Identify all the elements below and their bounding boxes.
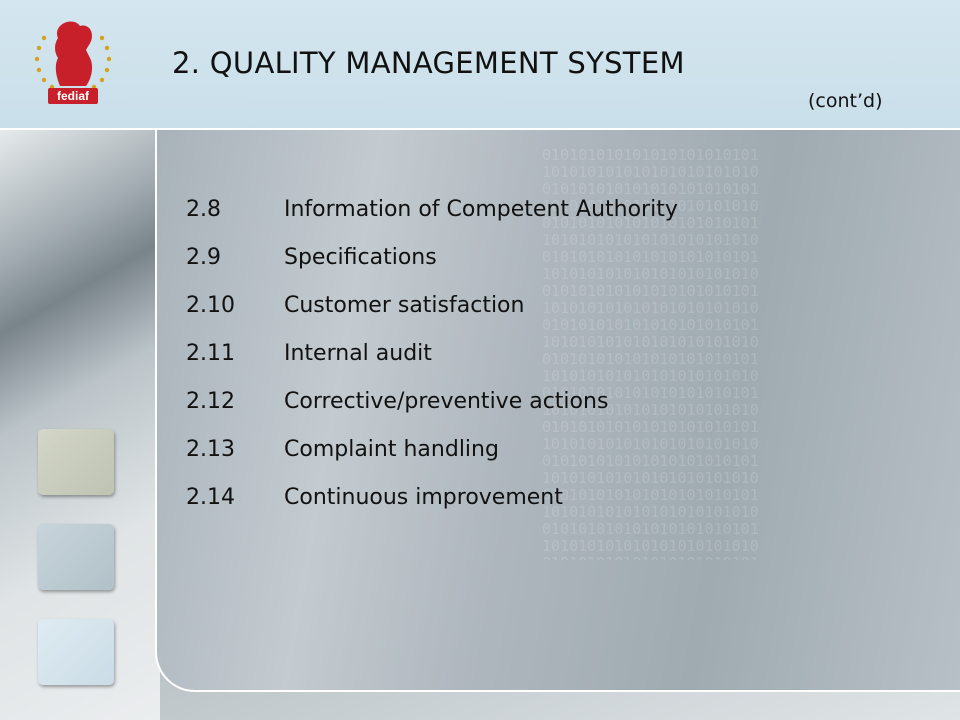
item-number: 2.13 (186, 437, 235, 462)
list-item: 2.8 Information of Competent Authority (186, 197, 678, 222)
item-text: Internal audit (284, 341, 432, 366)
item-text: Corrective/preventive actions (284, 389, 609, 414)
item-text: Information of Competent Authority (284, 197, 678, 222)
list-item: 2.13 Complaint handling (186, 437, 499, 462)
page-title: 2. QUALITY MANAGEMENT SYSTEM (172, 46, 685, 80)
item-number: 2.10 (186, 293, 235, 318)
item-text: Complaint handling (284, 437, 499, 462)
logo-text: fediaf (57, 89, 90, 103)
fediaf-logo: fediaf (34, 21, 112, 104)
list-item: 2.14 Continuous improvement (186, 485, 563, 510)
decorative-square-3 (38, 619, 114, 685)
decorative-square-2 (38, 524, 114, 590)
item-number: 2.12 (186, 389, 235, 414)
item-number: 2.14 (186, 485, 235, 510)
list-item: 2.11 Internal audit (186, 341, 432, 366)
item-text: Continuous improvement (284, 485, 563, 510)
list-item: 2.10 Customer satisfaction (186, 293, 524, 318)
item-number: 2.11 (186, 341, 235, 366)
decorative-square-1 (38, 429, 114, 495)
page-subtitle: (cont’d) (808, 90, 883, 112)
binary-pattern-decoration: 010101010101010101010101 101010101010101… (542, 146, 759, 561)
item-text: Specifications (284, 245, 437, 270)
list-item: 2.9 Specifications (186, 245, 437, 270)
list-item: 2.12 Corrective/preventive actions (186, 389, 608, 414)
item-number: 2.8 (186, 197, 221, 222)
dog-cat-silhouette-icon (55, 21, 93, 86)
item-text: Customer satisfaction (284, 293, 525, 318)
item-number: 2.9 (186, 245, 221, 270)
